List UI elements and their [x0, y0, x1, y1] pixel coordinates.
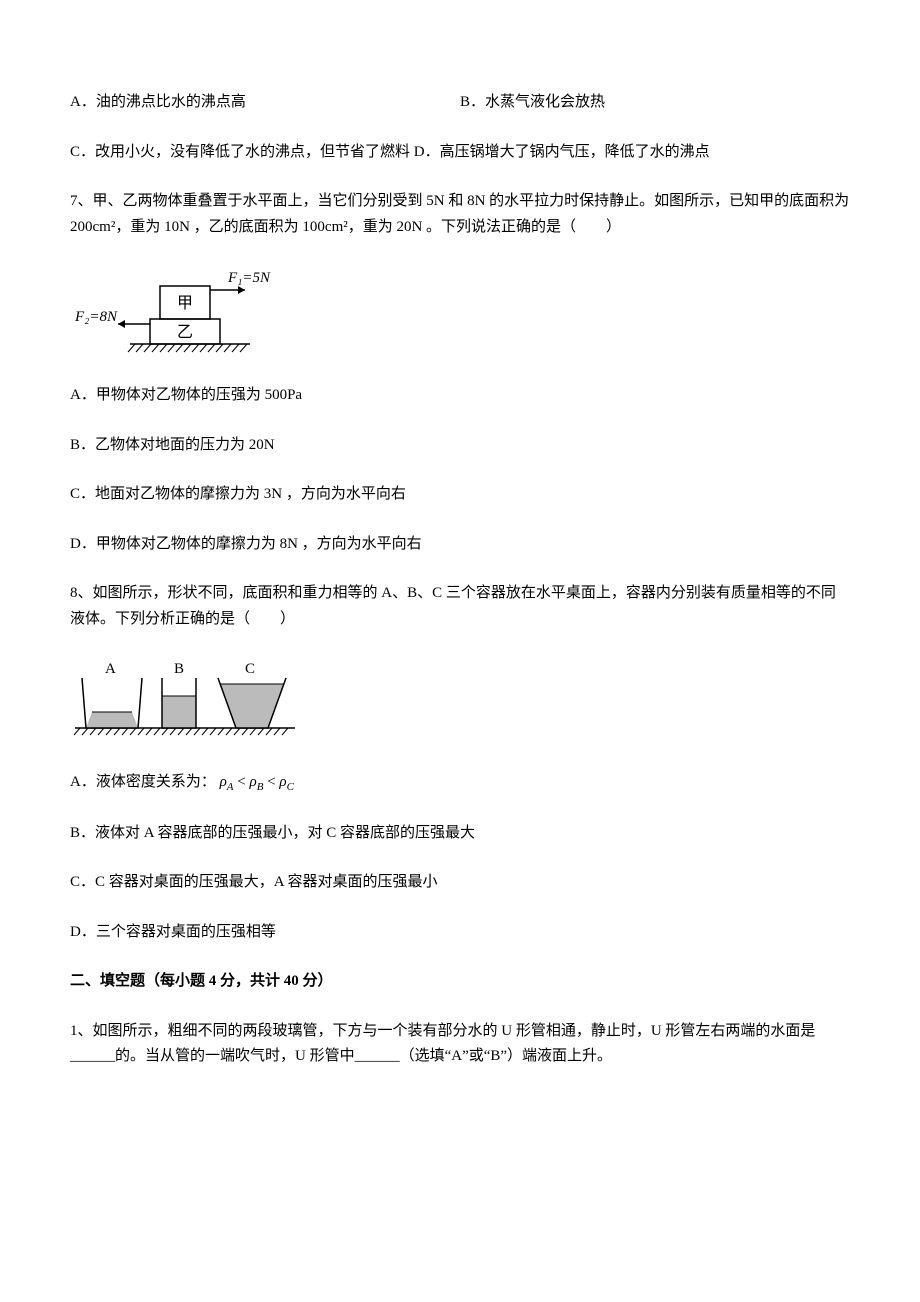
- q7-option-b: B．乙物体对地面的压力为 20N: [70, 433, 850, 459]
- q7-option-d: D．甲物体对乙物体的摩擦力为 8N ，方向为水平向右: [70, 532, 850, 558]
- q8-option-a: A．液体密度关系为： ρA < ρB < ρC: [70, 770, 850, 797]
- q7-option-c: C．地面对乙物体的摩擦力为 3N ，方向为水平向右: [70, 482, 850, 508]
- q8-option-d: D．三个容器对桌面的压强相等: [70, 920, 850, 946]
- rho-b: ρB: [250, 774, 264, 790]
- q8-label-b: B: [174, 661, 184, 677]
- lt1: <: [237, 774, 249, 790]
- q6-option-a: A．油的沸点比水的沸点高: [70, 90, 460, 116]
- q8-option-c: C．C 容器对桌面的压强最大，A 容器对桌面的压强最小: [70, 870, 850, 896]
- q8-option-b: B．液体对 A 容器底部的压强最小，对 C 容器底部的压强最大: [70, 821, 850, 847]
- q8-figure: A B C: [70, 656, 850, 746]
- rho-c: ρC: [279, 774, 294, 790]
- q7-f1-label: F₁=5N: [227, 270, 271, 286]
- q6-options-row1: A．油的沸点比水的沸点高 B．水蒸气液化会放热: [70, 90, 850, 116]
- q8-diagram-svg: A B C: [70, 656, 300, 746]
- q6-option-b: B．水蒸气液化会放热: [460, 90, 605, 116]
- q8-label-a: A: [105, 661, 116, 677]
- q7-stem: 7、甲、乙两物体重叠置于水平面上，当它们分别受到 5N 和 8N 的水平拉力时保…: [70, 189, 850, 240]
- q8-stem: 8、如图所示，形状不同，底面积和重力相等的 A、B、C 三个容器放在水平桌面上，…: [70, 581, 850, 632]
- section-2-heading: 二、填空题（每小题 4 分，共计 40 分）: [70, 969, 850, 995]
- s2-q1: 1、如图所示，粗细不同的两段玻璃管，下方与一个装有部分水的 U 形管相通，静止时…: [70, 1019, 850, 1070]
- q8-a-prefix: A．液体密度关系为：: [70, 774, 216, 790]
- q7-box-jia: 甲: [177, 295, 193, 312]
- q8-label-c: C: [245, 661, 255, 677]
- q7-diagram-svg: 乙 甲 F₁=5N F₂=8N: [70, 264, 290, 359]
- q7-box-yi: 乙: [177, 324, 193, 341]
- q7-option-a: A．甲物体对乙物体的压强为 500Pa: [70, 383, 850, 409]
- q7-figure: 乙 甲 F₁=5N F₂=8N: [70, 264, 850, 359]
- q7-f2-label: F₂=8N: [74, 309, 118, 325]
- q6-options-row2: C．改用小火，没有降低了水的沸点，但节省了燃料 D．高压锅增大了锅内气压，降低了…: [70, 140, 850, 166]
- rho-a: ρA: [220, 774, 234, 790]
- lt2: <: [267, 774, 279, 790]
